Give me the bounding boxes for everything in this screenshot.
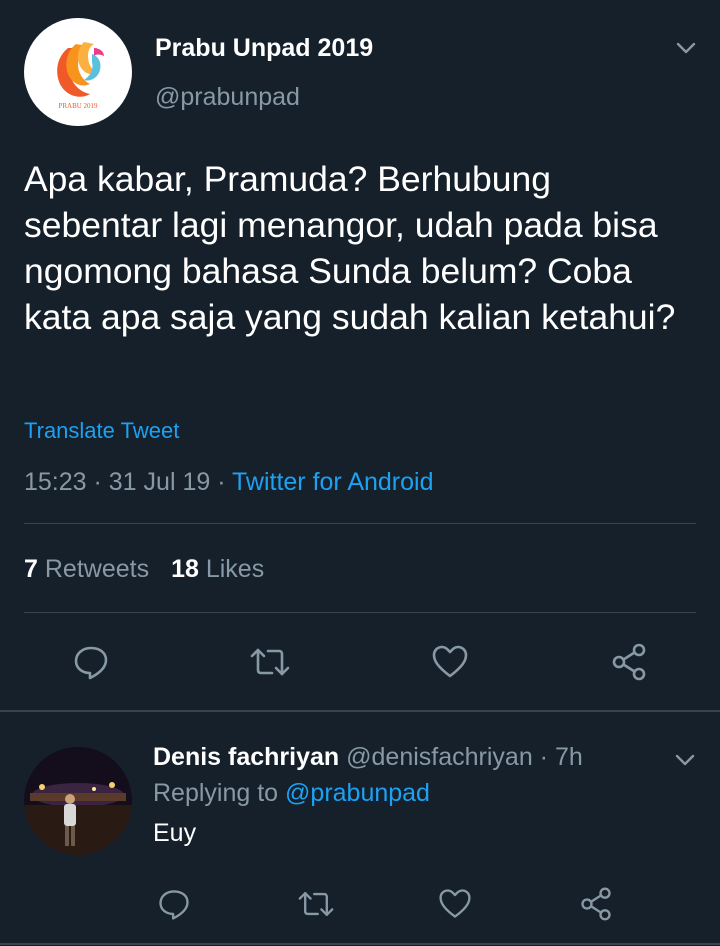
reply-button[interactable] (152, 882, 196, 926)
chevron-down-icon[interactable] (672, 34, 700, 62)
likes-stat[interactable]: 18 Likes (171, 555, 264, 583)
reply-text: Euy (153, 819, 197, 847)
svg-text:PRABU 2019: PRABU 2019 (58, 102, 98, 110)
handle[interactable]: @prabunpad (155, 83, 300, 112)
reply-header: Denis fachriyan @denisfachriyan · 7h (153, 743, 583, 772)
retweet-button[interactable] (294, 882, 338, 926)
like-button[interactable] (428, 640, 472, 684)
meta-separator: · (86, 468, 109, 496)
like-button[interactable] (433, 882, 477, 926)
tweet-time: 15:23 (24, 468, 87, 496)
translate-tweet-link[interactable]: Translate Tweet (24, 418, 179, 444)
avatar[interactable]: PRABU 2019 (24, 18, 132, 126)
meta-separator: · (532, 743, 555, 771)
reply-handle[interactable]: @denisfachriyan (346, 743, 533, 771)
speech-bubble-icon (159, 890, 189, 920)
replying-to-line: Replying to @prabunpad (153, 779, 430, 807)
heart-icon (432, 645, 468, 678)
meta-separator: · (210, 468, 233, 496)
share-icon (612, 643, 646, 681)
tweet-meta: 15:23 · 31 Jul 19 · Twitter for Android (24, 468, 434, 497)
reply-display-name[interactable]: Denis fachriyan (153, 743, 339, 771)
retweet-icon (298, 892, 334, 916)
reply-age: 7h (554, 743, 583, 771)
reply-avatar[interactable] (24, 747, 132, 855)
share-button[interactable] (574, 882, 618, 926)
tweet-date: 31 Jul 19 (108, 468, 211, 496)
section-divider (0, 710, 720, 712)
speech-bubble-icon (74, 646, 108, 680)
divider (24, 612, 696, 613)
retweets-stat[interactable]: 7 Retweets (24, 555, 149, 583)
chevron-down-icon[interactable] (671, 746, 699, 774)
share-button[interactable] (607, 640, 651, 684)
tweet-client-link[interactable]: Twitter for Android (232, 468, 433, 496)
divider (24, 523, 696, 524)
tweet-text: Apa kabar, Pramuda? Berhubung sebentar l… (24, 159, 676, 337)
prabu-logo: PRABU 2019 (57, 42, 104, 110)
section-divider (0, 943, 720, 945)
reply-button[interactable] (69, 640, 113, 684)
retweet-icon (250, 648, 290, 676)
engagement-stats: 7 Retweets 18 Likes (24, 555, 264, 584)
replying-to-mention[interactable]: @prabunpad (285, 779, 430, 807)
retweet-button[interactable] (248, 640, 292, 684)
share-icon (581, 887, 611, 921)
display-name[interactable]: Prabu Unpad 2019 (155, 34, 373, 63)
heart-icon (439, 889, 471, 918)
